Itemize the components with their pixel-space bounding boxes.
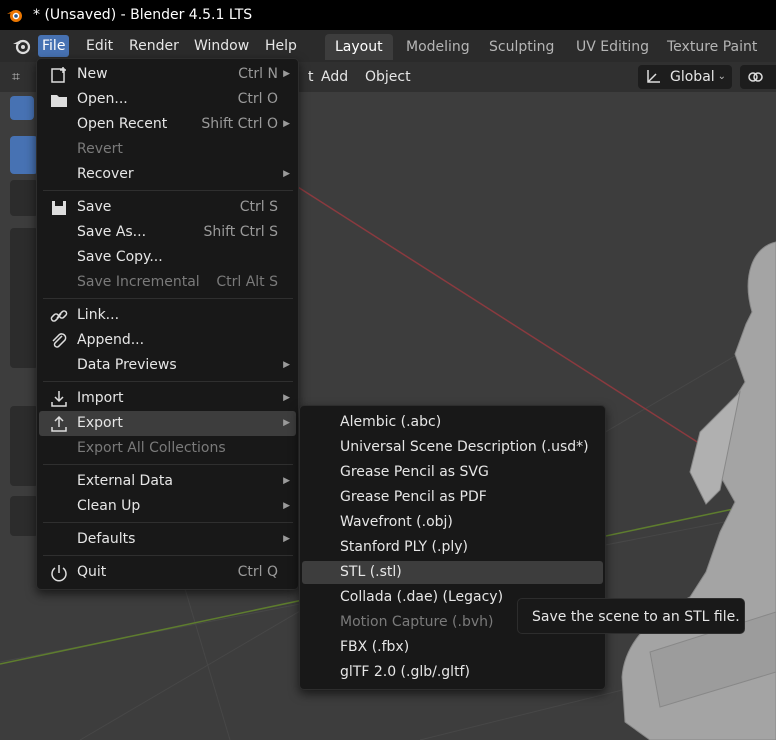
orientation-axes-icon <box>647 70 660 83</box>
submenu-arrow-icon: ▶ <box>283 69 290 79</box>
menu-render[interactable]: Render <box>125 35 183 57</box>
editor-type-icon[interactable]: ⌗ <box>12 66 20 88</box>
folder-icon <box>51 95 67 107</box>
select-box-tool-header[interactable] <box>10 96 34 120</box>
menu-divider <box>43 522 293 523</box>
menu-add[interactable]: Add <box>321 66 348 88</box>
submenu-arrow-icon: ▶ <box>283 534 290 544</box>
menu-edit[interactable]: Edit <box>82 35 117 57</box>
transform-tools[interactable] <box>10 228 38 368</box>
export-item-stanford-ply[interactable]: Stanford PLY (.ply) <box>302 536 603 559</box>
export-item-usd[interactable]: Universal Scene Description (.usd*) <box>302 436 603 459</box>
export-item-grease-pencil-pdf[interactable]: Grease Pencil as PDF <box>302 486 603 509</box>
submenu-arrow-icon: ▶ <box>283 360 290 370</box>
tab-layout[interactable]: Layout <box>325 34 393 60</box>
tab-sculpting[interactable]: Sculpting <box>479 34 564 60</box>
menu-item-append[interactable]: Append... <box>39 328 296 353</box>
tab-modeling[interactable]: Modeling <box>396 34 480 60</box>
menu-item-save-copy[interactable]: Save Copy... <box>39 245 296 270</box>
menu-object[interactable]: Object <box>365 66 411 88</box>
menu-item-save[interactable]: Save Ctrl S <box>39 195 296 220</box>
tab-texture-paint[interactable]: Texture Paint <box>657 34 767 60</box>
link-icon <box>50 310 68 322</box>
menu-item-clean-up[interactable]: Clean Up ▶ <box>39 494 296 519</box>
tab-uv-editing[interactable]: UV Editing <box>566 34 659 60</box>
import-icon <box>51 391 67 407</box>
menu-item-open-recent[interactable]: Open Recent Shift Ctrl O ▶ <box>39 112 296 137</box>
export-item-wavefront-obj[interactable]: Wavefront (.obj) <box>302 511 603 534</box>
menu-item-revert: Revert <box>77 141 123 157</box>
add-cube-tool[interactable] <box>10 496 38 536</box>
cursor-tool[interactable] <box>10 180 38 216</box>
menu-divider <box>43 381 293 382</box>
title-bar: * (Unsaved) - Blender 4.5.1 LTS <box>0 0 776 30</box>
snap-dropdown[interactable] <box>740 65 776 89</box>
menu-divider <box>43 464 293 465</box>
menu-item-defaults[interactable]: Defaults ▶ <box>39 527 296 552</box>
menu-item-open[interactable]: Open... Ctrl O <box>39 87 296 112</box>
menu-item-save-as[interactable]: Save As... Shift Ctrl S <box>39 220 296 245</box>
menu-item-external-data[interactable]: External Data ▶ <box>39 469 296 494</box>
export-item-gltf[interactable]: glTF 2.0 (.glb/.gltf) <box>302 661 603 684</box>
file-menu: New Ctrl N ▶ Open... Ctrl O Open Recent … <box>36 58 299 590</box>
submenu-arrow-icon: ▶ <box>283 169 290 179</box>
menu-item-save-incremental: Save Incremental Ctrl Alt S <box>77 274 278 290</box>
blender-menu-icon[interactable] <box>12 37 32 55</box>
submenu-arrow-icon: ▶ <box>283 501 290 511</box>
submenu-arrow-icon: ▶ <box>283 393 290 403</box>
link-icon <box>748 72 763 82</box>
export-item-stl[interactable]: STL (.stl) <box>302 561 603 584</box>
submenu-arrow-icon: ▶ <box>283 418 290 428</box>
menu-help[interactable]: Help <box>261 35 301 57</box>
menu-item-link[interactable]: Link... <box>39 303 296 328</box>
select-tool[interactable] <box>10 136 38 174</box>
menu-item-new[interactable]: New Ctrl N ▶ <box>39 62 296 87</box>
menu-divider <box>43 298 293 299</box>
blender-logo-icon <box>7 10 22 22</box>
menu-divider <box>43 555 293 556</box>
export-icon <box>51 415 67 432</box>
new-file-icon <box>51 67 66 83</box>
window-title: * (Unsaved) - Blender 4.5.1 LTS <box>33 7 253 23</box>
menu-item-recover[interactable]: Recover ▶ <box>39 162 296 187</box>
menu-item-quit[interactable]: Quit Ctrl Q <box>39 560 296 585</box>
export-item-fbx[interactable]: FBX (.fbx) <box>302 636 603 659</box>
transform-orientation-value: Global <box>670 69 715 85</box>
menu-item-data-previews[interactable]: Data Previews ▶ <box>39 353 296 378</box>
menu-divider <box>43 190 293 191</box>
submenu-arrow-icon: ▶ <box>283 476 290 486</box>
export-submenu: Alembic (.abc) Universal Scene Descripti… <box>299 405 606 690</box>
export-item-alembic[interactable]: Alembic (.abc) <box>302 411 603 434</box>
menu-item-export[interactable]: Export ▶ <box>39 411 296 436</box>
submenu-arrow-icon: ▶ <box>283 119 290 129</box>
chevron-down-icon: ⌄ <box>717 71 726 82</box>
transform-orientation-dropdown[interactable]: Global ⌄ <box>638 65 732 89</box>
paperclip-icon <box>52 333 67 348</box>
menu-file[interactable]: File <box>38 35 70 57</box>
menu-select-partial[interactable]: t <box>308 66 314 88</box>
export-item-grease-pencil-svg[interactable]: Grease Pencil as SVG <box>302 461 603 484</box>
menu-item-import[interactable]: Import ▶ <box>39 386 296 411</box>
tooltip: Save the scene to an STL file. <box>517 598 745 634</box>
tooltip-text: Save the scene to an STL file. <box>532 609 740 625</box>
save-icon <box>52 201 66 215</box>
menu-window[interactable]: Window <box>190 35 253 57</box>
annotate-tools[interactable] <box>10 406 38 486</box>
menu-item-export-all-collections: Export All Collections <box>77 440 226 456</box>
power-icon <box>51 565 67 582</box>
